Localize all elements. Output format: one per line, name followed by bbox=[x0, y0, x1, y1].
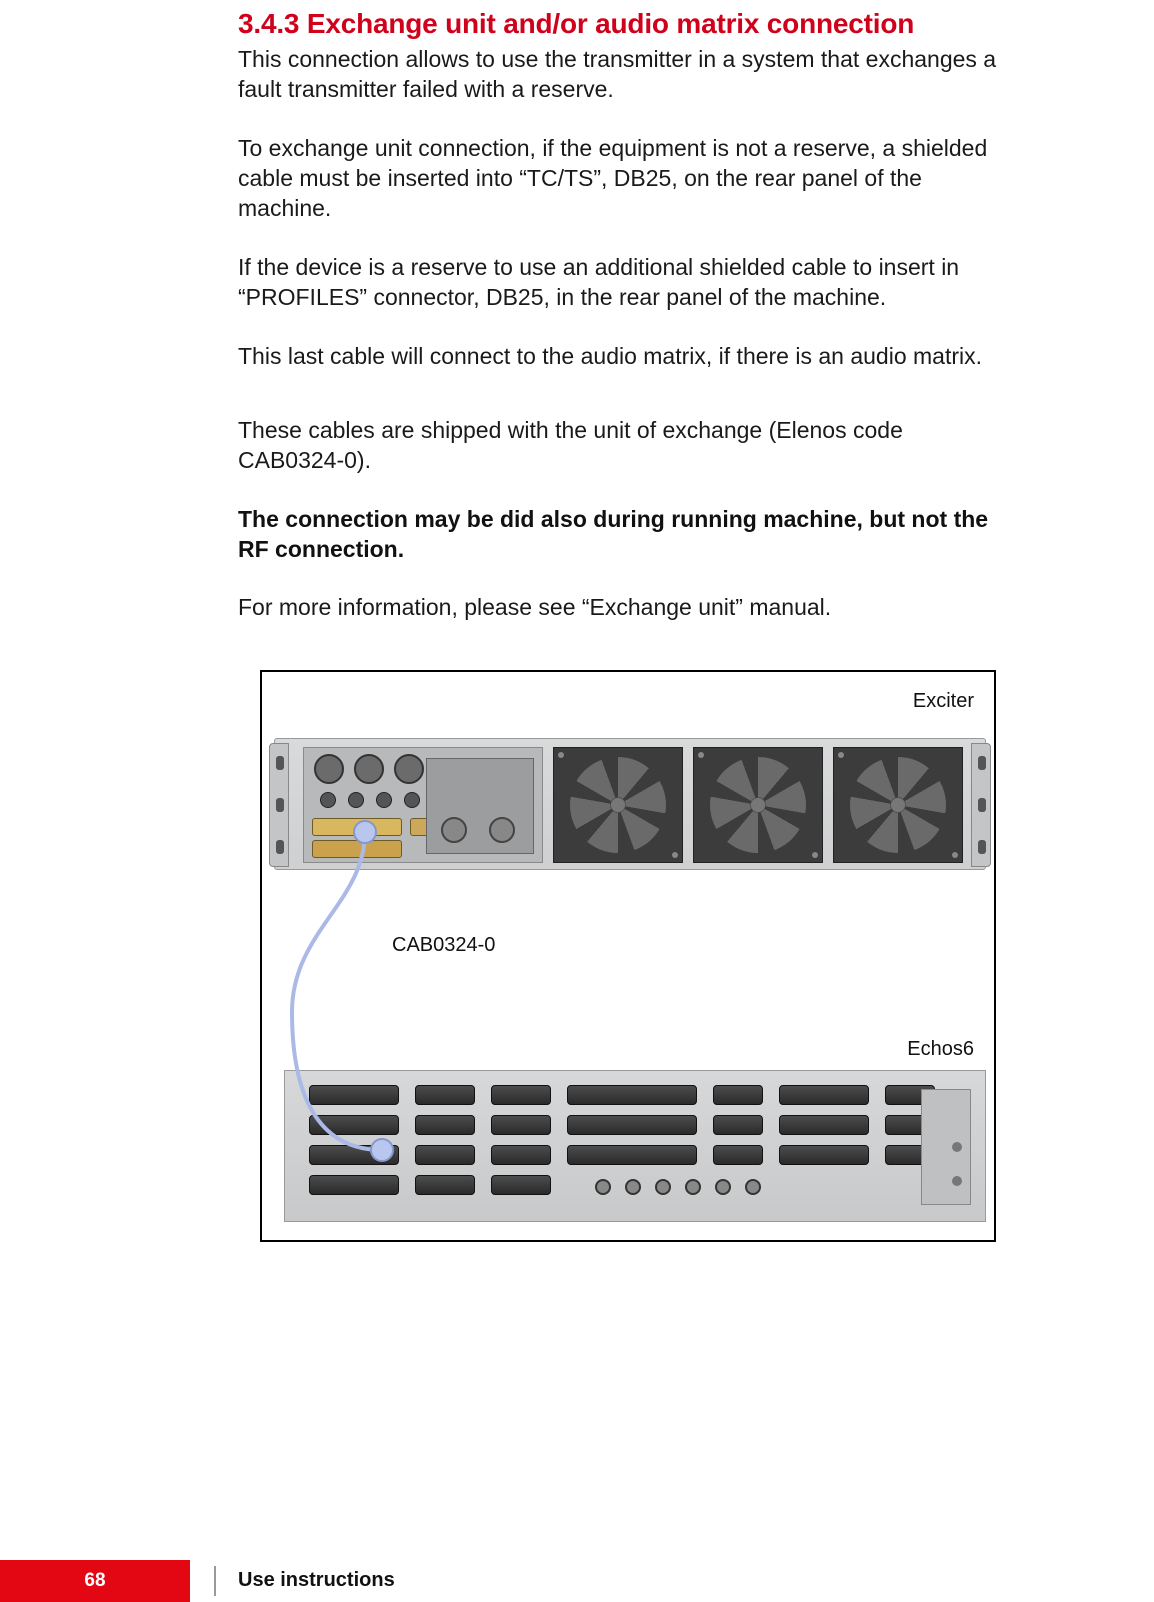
d-sub-connector-icon bbox=[713, 1145, 763, 1165]
d-sub-connector-icon bbox=[309, 1115, 399, 1135]
rf-block bbox=[426, 758, 534, 854]
d-sub-connector-icon bbox=[415, 1175, 475, 1195]
led-indicator-icon bbox=[952, 1176, 962, 1186]
fan-icon bbox=[553, 747, 683, 863]
chapter-title: Use instructions bbox=[238, 1569, 395, 1592]
bnc-row bbox=[595, 1179, 761, 1195]
d-sub-connector-icon bbox=[491, 1115, 551, 1135]
d-sub-connector-icon bbox=[567, 1085, 697, 1105]
rf-connector-icon bbox=[441, 817, 467, 843]
paragraph: This connection allows to use the transm… bbox=[238, 44, 998, 105]
bnc-connector-icon bbox=[715, 1179, 731, 1195]
bnc-connector-icon bbox=[685, 1179, 701, 1195]
paragraph: To exchange unit connection, if the equi… bbox=[238, 133, 998, 224]
rack-ear bbox=[269, 743, 289, 867]
round-connector-icon bbox=[376, 792, 392, 808]
fan-icon bbox=[833, 747, 963, 863]
bnc-connector-icon bbox=[625, 1179, 641, 1195]
d-sub-connector-icon bbox=[491, 1085, 551, 1105]
d-sub-connector-icon bbox=[779, 1145, 869, 1165]
d-sub-connector-icon bbox=[779, 1085, 869, 1105]
bnc-connector-icon bbox=[745, 1179, 761, 1195]
paragraph-bold: The connection may be did also during ru… bbox=[238, 504, 998, 565]
d-sub-connector-icon bbox=[713, 1085, 763, 1105]
exciter-rear-panel bbox=[274, 738, 986, 870]
rf-connector-icon bbox=[489, 817, 515, 843]
figure-label-cable: CAB0324-0 bbox=[392, 934, 495, 957]
d-sub-connector-icon bbox=[567, 1115, 697, 1135]
connection-diagram: Exciter CAB0324-0 Echos6 bbox=[260, 670, 996, 1242]
xlr-connector-icon bbox=[394, 754, 424, 784]
d-sub-connector-icon bbox=[415, 1145, 475, 1165]
d-sub-connector-icon bbox=[309, 1175, 399, 1195]
d-sub-connector-icon bbox=[415, 1115, 475, 1135]
d-sub-connector-icon bbox=[309, 1085, 399, 1105]
paragraph: This last cable will connect to the audi… bbox=[238, 341, 998, 371]
xlr-connector-icon bbox=[314, 754, 344, 784]
page-footer: 68 Use instructions bbox=[0, 1560, 1154, 1602]
xlr-connector-icon bbox=[354, 754, 384, 784]
db25-profiles-connector-icon bbox=[312, 840, 402, 858]
paragraph: If the device is a reserve to use an add… bbox=[238, 252, 998, 313]
fan-icon bbox=[693, 747, 823, 863]
db25-tcts-connector-icon bbox=[312, 818, 402, 836]
body-text: 3.4.3 Exchange unit and/or audio matrix … bbox=[238, 8, 998, 623]
d-sub-connector-icon bbox=[779, 1115, 869, 1135]
paragraph: These cables are shipped with the unit o… bbox=[238, 415, 998, 476]
bnc-connector-icon bbox=[655, 1179, 671, 1195]
bnc-connector-icon bbox=[595, 1179, 611, 1195]
paragraph: For more information, please see “Exchan… bbox=[238, 592, 998, 622]
rack-ear bbox=[971, 743, 991, 867]
aux-plate bbox=[921, 1089, 971, 1205]
section-heading: 3.4.3 Exchange unit and/or audio matrix … bbox=[238, 8, 998, 40]
manual-page: 3.4.3 Exchange unit and/or audio matrix … bbox=[0, 0, 1154, 1602]
fan-group bbox=[553, 747, 963, 863]
d-sub-connector-icon bbox=[491, 1175, 551, 1195]
d-sub-connector-icon bbox=[309, 1145, 399, 1165]
page-number: 68 bbox=[0, 1560, 190, 1602]
d-sub-connector-icon bbox=[567, 1145, 697, 1165]
figure-label-echos6: Echos6 bbox=[907, 1038, 974, 1061]
footer-divider bbox=[214, 1566, 216, 1596]
d-sub-connector-icon bbox=[491, 1145, 551, 1165]
exciter-connector-block bbox=[303, 747, 543, 863]
d-sub-connector-icon bbox=[713, 1115, 763, 1135]
echos6-rear-panel bbox=[284, 1070, 986, 1222]
d-sub-connector-icon bbox=[415, 1085, 475, 1105]
led-indicator-icon bbox=[952, 1142, 962, 1152]
figure-label-exciter: Exciter bbox=[913, 690, 974, 713]
round-connector-icon bbox=[320, 792, 336, 808]
round-connector-icon bbox=[348, 792, 364, 808]
round-connector-icon bbox=[404, 792, 420, 808]
